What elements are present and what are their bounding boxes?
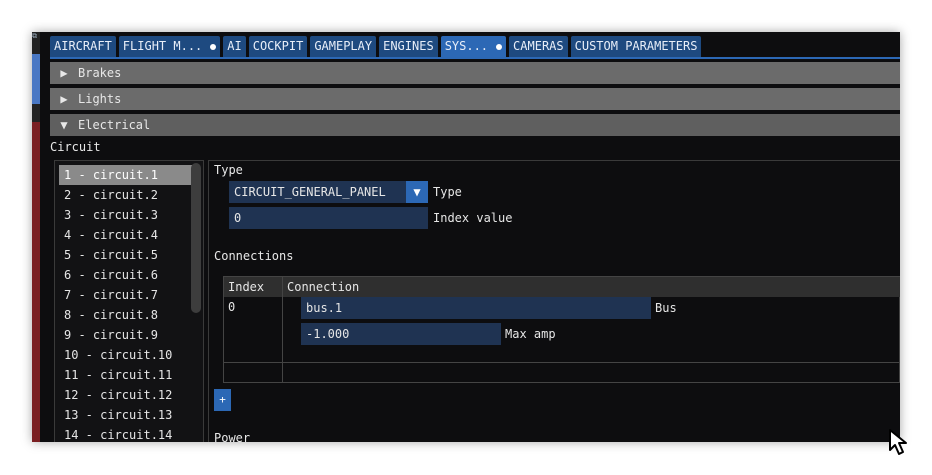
circuit-list-item[interactable]: 12 - circuit.12 <box>55 385 203 405</box>
column-divider <box>282 277 283 382</box>
section-header-lights[interactable]: ▶ Lights <box>50 88 900 110</box>
type-combo[interactable]: CIRCUIT_GENERAL_PANEL <box>229 181 406 203</box>
circuit-list-item[interactable]: 7 - circuit.7 <box>55 285 203 305</box>
tab-label: CAMERAS <box>513 39 564 53</box>
circuit-list-item[interactable]: 5 - circuit.5 <box>55 245 203 265</box>
index-value-input[interactable]: 0 <box>229 207 428 229</box>
collapsed-triangle-icon: ▶ <box>60 66 68 80</box>
dropdown-arrow-icon[interactable]: ▼ <box>406 181 428 203</box>
mouse-pointer-icon <box>889 429 907 455</box>
left-edge-strip <box>32 32 40 442</box>
tab-label: COCKPIT <box>252 39 304 53</box>
left-strip-background <box>32 122 40 442</box>
unsaved-dot-icon <box>496 43 503 50</box>
tab-cockpit[interactable]: COCKPIT <box>248 36 308 57</box>
circuit-list-scrollbar[interactable] <box>191 163 201 313</box>
window-corner-icon: ⧉ <box>32 32 37 40</box>
max-amp-input[interactable]: -1.000 <box>301 323 501 345</box>
circuit-list-item[interactable]: 9 - circuit.9 <box>55 325 203 345</box>
circuit-list-item[interactable]: 10 - circuit.10 <box>55 345 203 365</box>
column-header-connection: Connection <box>287 280 360 294</box>
tab-label: AIRCRAFT <box>54 39 112 53</box>
circuit-heading: Circuit <box>50 140 101 154</box>
tab-label: ENGINES <box>383 39 434 53</box>
tab-bar: AIRCRAFT FLIGHT M... AI COCKPIT GAMEPLAY… <box>50 36 702 57</box>
collapsed-triangle-icon: ▶ <box>60 92 68 106</box>
circuit-list-item[interactable]: 6 - circuit.6 <box>55 265 203 285</box>
type-field-label: Type <box>433 185 462 199</box>
tab-label: AI <box>227 39 242 53</box>
index-value-label: Index value <box>433 211 513 225</box>
section-header-electrical[interactable]: ▼ Electrical <box>50 114 900 136</box>
tab-underline <box>50 57 900 59</box>
row-divider <box>224 362 900 363</box>
left-strip-highlight <box>32 54 40 104</box>
circuit-list[interactable]: 1 - circuit.1 2 - circuit.2 3 - circuit.… <box>54 160 204 442</box>
circuit-list-item[interactable]: 13 - circuit.13 <box>55 405 203 425</box>
circuit-list-item[interactable]: 4 - circuit.4 <box>55 225 203 245</box>
tab-ai[interactable]: AI <box>223 36 246 57</box>
circuit-list-item[interactable]: 3 - circuit.3 <box>55 205 203 225</box>
simulator-editor-window: ⧉ AIRCRAFT FLIGHT M... AI COCKPIT GAMEPL… <box>32 32 900 442</box>
tab-label: FLIGHT M... <box>122 39 203 53</box>
power-heading: Power <box>214 431 251 442</box>
bus-input[interactable]: bus.1 <box>301 297 651 319</box>
max-amp-label: Max amp <box>505 327 556 341</box>
tab-gameplay[interactable]: GAMEPLAY <box>310 36 377 57</box>
tab-custom-parameters[interactable]: CUSTOM PARAMETERS <box>570 36 702 57</box>
tab-aircraft[interactable]: AIRCRAFT <box>50 36 116 57</box>
tab-label: SYS... <box>444 39 489 53</box>
tab-cameras[interactable]: CAMERAS <box>509 36 568 57</box>
circuit-list-item[interactable]: 2 - circuit.2 <box>55 185 203 205</box>
tab-label: GAMEPLAY <box>314 39 373 53</box>
section-header-brakes[interactable]: ▶ Brakes <box>50 62 900 84</box>
section-header-label: Lights <box>78 92 122 106</box>
section-header-label: Electrical <box>78 118 151 132</box>
column-header-index: Index <box>228 280 265 294</box>
circuit-list-item[interactable]: 8 - circuit.8 <box>55 305 203 325</box>
bus-label: Bus <box>655 301 677 315</box>
connections-heading: Connections <box>214 249 294 263</box>
expanded-triangle-icon: ▼ <box>60 118 68 132</box>
tab-flight-model[interactable]: FLIGHT M... <box>118 36 221 57</box>
section-header-label: Brakes <box>78 66 122 80</box>
circuit-list-item[interactable]: 11 - circuit.11 <box>55 365 203 385</box>
unsaved-dot-icon <box>210 43 217 50</box>
type-heading: Type <box>214 163 243 177</box>
tab-label: CUSTOM PARAMETERS <box>574 39 698 53</box>
add-connection-button[interactable]: + <box>214 389 231 411</box>
circuit-list-item[interactable]: 14 - circuit.14 <box>55 425 203 442</box>
tab-engines[interactable]: ENGINES <box>379 36 438 57</box>
tab-systems[interactable]: SYS... <box>440 36 507 57</box>
row-index-cell: 0 <box>228 300 236 314</box>
circuit-list-item-selected[interactable]: 1 - circuit.1 <box>59 165 199 185</box>
